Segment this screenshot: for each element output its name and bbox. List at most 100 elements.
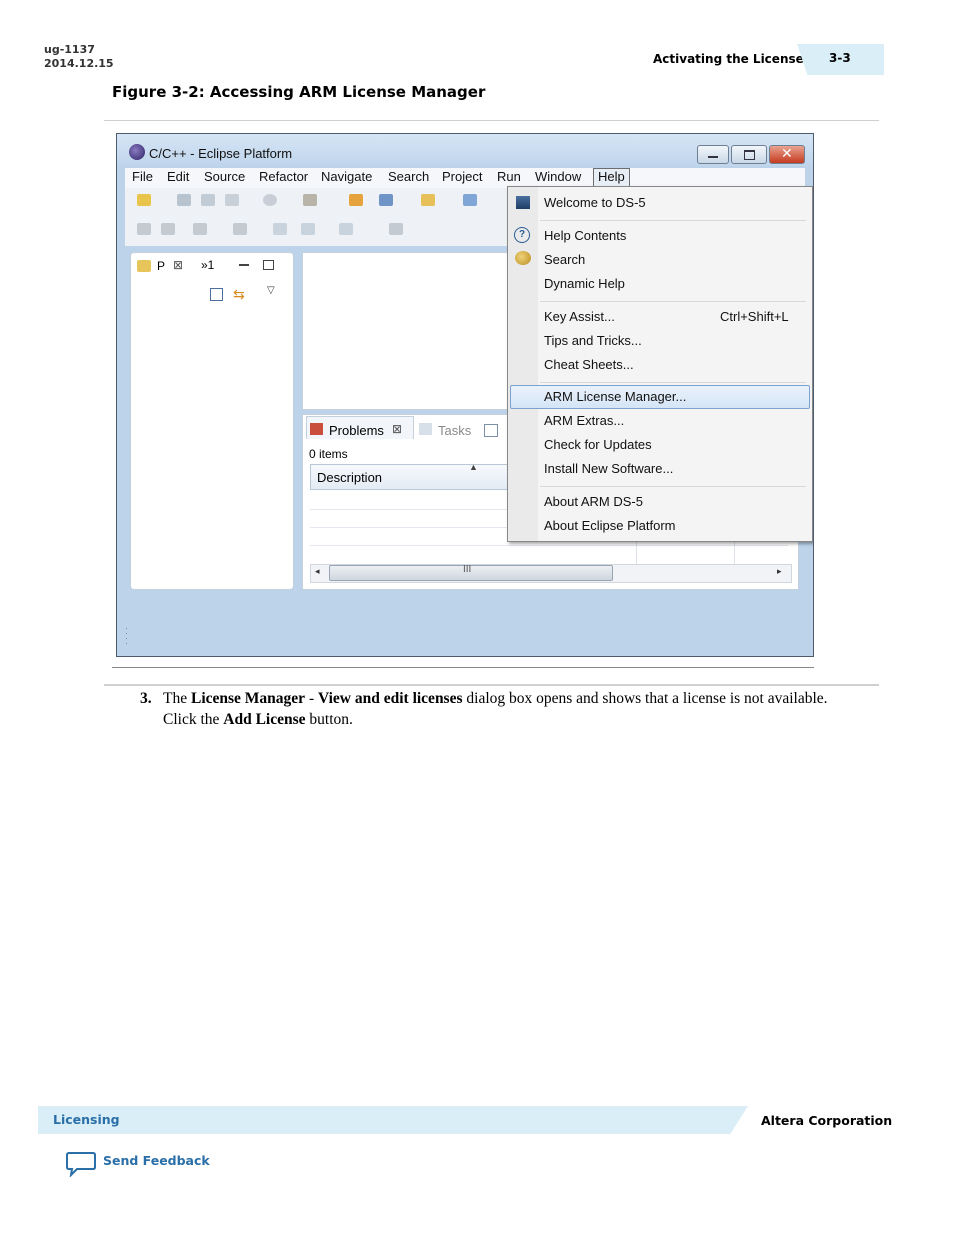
help-menu-about-eclipse[interactable]: About Eclipse Platform	[544, 518, 676, 533]
scroll-left-icon[interactable]: ◂	[315, 566, 320, 577]
menu-run[interactable]: Run	[497, 169, 521, 184]
menu-help[interactable]: Help	[593, 168, 630, 188]
help-menu-about-arm-ds5[interactable]: About ARM DS-5	[544, 494, 643, 509]
tasks-tab[interactable]: Tasks	[438, 423, 471, 438]
help-menu-help-contents[interactable]: Help Contents	[544, 228, 626, 243]
open-folder-icon[interactable]	[421, 194, 435, 206]
project-explorer-tab[interactable]: P	[157, 259, 165, 273]
footer-section-link[interactable]: Licensing	[53, 1112, 120, 1127]
annotation-icon[interactable]	[193, 223, 207, 235]
help-menu-check-for-updates[interactable]: Check for Updates	[544, 437, 652, 452]
welcome-icon	[516, 196, 530, 209]
send-feedback-link[interactable]: Send Feedback	[103, 1153, 210, 1168]
help-menu-welcome[interactable]: Welcome to DS-5	[544, 195, 646, 210]
license-manager-term: License Manager	[190, 690, 306, 707]
next-annotation-icon[interactable]	[233, 223, 247, 235]
help-menu-arm-extras[interactable]: ARM Extras...	[544, 413, 624, 428]
build-icon[interactable]	[263, 194, 277, 206]
view-edit-licenses-term: View and edit licenses	[317, 690, 463, 707]
eclipse-icon	[129, 144, 145, 160]
add-license-term: Add License	[223, 711, 306, 728]
status-grip-icon: · · · ·	[125, 623, 128, 648]
items-count: 0 items	[309, 447, 348, 461]
maximize-view-icon[interactable]	[263, 260, 274, 270]
toggle-icon[interactable]	[137, 223, 151, 235]
footer-band	[38, 1106, 748, 1134]
menu-source[interactable]: Source	[204, 169, 245, 184]
description-column-header[interactable]: Description	[317, 470, 382, 485]
help-menu-search[interactable]: Search	[544, 252, 585, 267]
menu-search[interactable]: Search	[388, 169, 429, 184]
editor-area	[302, 252, 514, 410]
step-number: 3.	[140, 690, 152, 707]
menu-separator	[540, 486, 806, 487]
print-icon[interactable]	[225, 194, 239, 206]
new-icon[interactable]	[137, 194, 151, 206]
menu-edit[interactable]: Edit	[167, 169, 189, 184]
menu-project[interactable]: Project	[442, 169, 482, 184]
sort-ascending-icon: ▲	[469, 462, 478, 472]
step-3: 3. The License Manager - View and edit l…	[140, 688, 840, 730]
column-divider	[636, 540, 637, 564]
pin-icon[interactable]	[389, 223, 403, 235]
doc-id: ug-1137	[44, 43, 95, 56]
table-row	[310, 545, 788, 546]
menu-file[interactable]: File	[132, 169, 153, 184]
search-icon	[515, 251, 531, 265]
back-icon[interactable]	[273, 223, 287, 235]
menu-refactor[interactable]: Refactor	[259, 169, 308, 184]
pilcrow-icon[interactable]	[161, 223, 175, 235]
section-title: Activating the License	[653, 52, 804, 66]
help-menu-key-assist[interactable]: Key Assist...	[544, 309, 615, 324]
forward-icon[interactable]	[339, 223, 353, 235]
doc-id-block: ug-1137 2014.12.15	[44, 43, 114, 71]
column-divider	[734, 540, 735, 564]
menu-window[interactable]: Window	[535, 169, 581, 184]
help-menu-dropdown: Welcome to DS-5 ? Help Contents Search D…	[507, 186, 813, 542]
menu-navigate[interactable]: Navigate	[321, 169, 372, 184]
close-button[interactable]: ✕	[769, 145, 805, 164]
feedback-icon[interactable]	[66, 1151, 96, 1177]
page-number: 3-3	[829, 51, 851, 65]
footer-company: Altera Corporation	[761, 1113, 893, 1128]
save-all-icon[interactable]	[201, 194, 215, 206]
doc-date: 2014.12.15	[44, 57, 114, 70]
menu-separator	[540, 220, 806, 221]
help-menu-dynamic-help[interactable]: Dynamic Help	[544, 276, 625, 291]
help-menu-install-new-software[interactable]: Install New Software...	[544, 461, 673, 476]
more-tabs-indicator[interactable]: »1	[201, 258, 214, 272]
help-menu-cheat-sheets[interactable]: Cheat Sheets...	[544, 357, 634, 372]
maximize-icon	[744, 150, 755, 160]
link-editor-icon[interactable]: ⇆	[233, 286, 245, 303]
eclipse-screenshot: C/C++ - Eclipse Platform ✕ File Edit Sou…	[116, 133, 814, 657]
help-menu-arm-license-manager[interactable]: ARM License Manager...	[544, 389, 686, 404]
problems-icon	[310, 423, 323, 435]
minimize-button[interactable]	[697, 145, 729, 164]
scroll-right-icon[interactable]: ▸	[777, 566, 782, 577]
problems-close-icon[interactable]: ⊠	[392, 422, 402, 436]
hammer-icon[interactable]	[303, 194, 317, 206]
figure-bottom-rule	[112, 667, 814, 668]
problems-tab[interactable]: Problems	[329, 423, 384, 438]
help-contents-icon: ?	[514, 227, 530, 243]
close-icon: ✕	[781, 145, 793, 161]
section-rule	[104, 684, 879, 686]
maximize-button[interactable]	[731, 145, 767, 164]
save-icon[interactable]	[177, 194, 191, 206]
step-text: The License Manager - View and edit lice…	[163, 690, 828, 728]
new-source-icon[interactable]	[463, 194, 477, 206]
back-history-icon[interactable]	[301, 223, 315, 235]
help-menu-tips-and-tricks[interactable]: Tips and Tricks...	[544, 333, 642, 348]
tab-close-icon[interactable]: ⊠	[173, 258, 183, 272]
minimize-icon	[708, 156, 718, 158]
rss-icon[interactable]	[349, 194, 363, 206]
new-class-icon[interactable]	[379, 194, 393, 206]
view-menu-icon[interactable]: ▽	[267, 285, 275, 296]
caption-rule	[104, 120, 879, 121]
window-title: C/C++ - Eclipse Platform	[149, 146, 293, 161]
minimize-view-icon[interactable]	[239, 264, 249, 266]
tasks-icon	[419, 423, 432, 435]
collapse-all-icon[interactable]	[210, 288, 223, 301]
console-icon[interactable]	[484, 424, 498, 437]
project-explorer-pane	[130, 252, 294, 590]
